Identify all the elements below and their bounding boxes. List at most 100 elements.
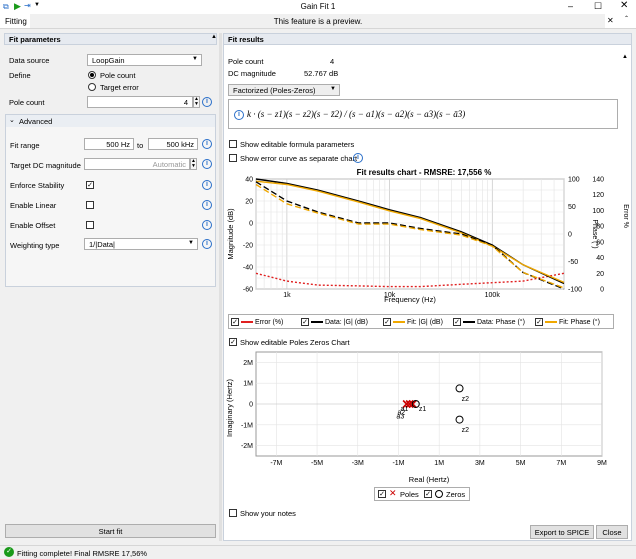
define-label: Define bbox=[9, 71, 31, 80]
status-text: Fitting complete! Final RMSRE 17,56% bbox=[17, 549, 148, 558]
minimize-icon[interactable]: – bbox=[568, 1, 573, 11]
info-icon[interactable]: i bbox=[202, 239, 212, 249]
show-pz-label: Show editable Poles Zeros Chart bbox=[240, 338, 350, 347]
legend-checkbox[interactable]: ✓ bbox=[383, 317, 391, 326]
preview-notice: This feature is a preview. bbox=[273, 17, 363, 26]
show-notes-checkbox[interactable] bbox=[229, 509, 237, 517]
chart-title: Fit results chart - RMSRE: 17,556 % bbox=[357, 168, 492, 177]
pz-y-tick-label: 2M bbox=[243, 360, 253, 367]
pz-x-tick-label: -1M bbox=[392, 460, 404, 467]
chevron-down-icon: ▼ bbox=[188, 240, 194, 246]
scroll-up-icon[interactable]: ▲ bbox=[622, 54, 628, 60]
splitter[interactable] bbox=[219, 33, 222, 541]
y-tick-label: 20 bbox=[245, 199, 253, 206]
info-icon[interactable]: i bbox=[202, 159, 212, 169]
pz-x-tick-label: 9M bbox=[597, 460, 607, 467]
chevron-down-icon: ▼ bbox=[192, 56, 198, 62]
fit-range-from[interactable]: 500 Hz bbox=[84, 138, 134, 150]
pz-x-tick-label: -7M bbox=[270, 460, 282, 467]
pz-x-tick-label: 1M bbox=[434, 460, 444, 467]
enable-linear-checkbox[interactable] bbox=[86, 201, 94, 209]
info-icon[interactable]: i bbox=[202, 200, 212, 210]
formula-form-value: Factorized (Poles-Zeros) bbox=[233, 86, 316, 95]
y-tick-label: -40 bbox=[243, 265, 253, 272]
maximize-icon[interactable]: ☐ bbox=[594, 1, 602, 12]
info-icon[interactable]: i bbox=[234, 110, 244, 120]
info-icon[interactable]: i bbox=[202, 97, 212, 107]
export-spice-button[interactable]: Export to SPICE bbox=[530, 525, 594, 539]
fit-range-label: Fit range bbox=[10, 141, 40, 150]
show-error-label: Show error curve as separate chart bbox=[240, 154, 358, 163]
close-window-icon[interactable]: ✕ bbox=[620, 0, 628, 11]
pole-count-spinner[interactable]: ▲ ▼ bbox=[193, 96, 200, 108]
ribbon: Fitting This feature is a preview. ✕ ⌃ bbox=[0, 14, 636, 29]
zero-circle-icon bbox=[435, 490, 443, 498]
pz-y-tick-label: -1M bbox=[241, 422, 253, 429]
dc-magnitude-label: DC magnitude bbox=[228, 69, 276, 78]
pole-x-icon: ✕ bbox=[389, 488, 397, 498]
weighting-type-select[interactable]: 1/|Data| ▼ bbox=[84, 238, 198, 250]
legend-item[interactable]: ✓ Data: Phase (°) bbox=[453, 317, 525, 326]
notice-close-icon[interactable]: ✕ bbox=[607, 16, 614, 25]
dc-magnitude-value: 52.767 dB bbox=[304, 69, 339, 78]
enable-offset-label: Enable Offset bbox=[10, 221, 56, 230]
error-tick-label: 120 bbox=[592, 192, 604, 199]
info-icon[interactable]: i bbox=[202, 220, 212, 230]
legend-item[interactable]: ✓ Error (%) bbox=[231, 317, 283, 326]
pin-icon[interactable]: ▲ bbox=[211, 34, 217, 40]
success-icon: ✓ bbox=[4, 547, 14, 557]
result-pole-count: 4 bbox=[330, 57, 335, 66]
legend-checkbox[interactable]: ✓ bbox=[535, 317, 543, 326]
advanced-header[interactable]: ⌄ Advanced bbox=[6, 115, 215, 127]
chevron-down-icon: ⌄ bbox=[9, 117, 15, 124]
pz-x-tick-label: -3M bbox=[352, 460, 364, 467]
x-tick-label: 1k bbox=[283, 292, 291, 299]
formula-form-select[interactable]: Factorized (Poles-Zeros) ▼ bbox=[228, 84, 340, 96]
fit-results-header: Fit results bbox=[223, 33, 632, 45]
data-source-select[interactable]: LoopGain ▼ bbox=[87, 54, 202, 66]
target-dc-spinner[interactable]: ▲ ▼ bbox=[190, 158, 197, 170]
phase-tick-label: 100 bbox=[568, 177, 580, 184]
show-pz-checkbox[interactable]: ✓ bbox=[229, 338, 237, 346]
x-axis-label: Frequency (Hz) bbox=[384, 295, 436, 304]
poles-legend-checkbox[interactable]: ✓ bbox=[378, 490, 386, 498]
show-formula-checkbox[interactable] bbox=[229, 140, 237, 148]
result-pole-count-label: Pole count bbox=[228, 57, 264, 66]
collapse-icon[interactable]: ⌃ bbox=[624, 15, 629, 22]
enable-offset-checkbox[interactable] bbox=[86, 221, 94, 229]
legend-item[interactable]: ✓ Data: |G| (dB) bbox=[301, 317, 368, 326]
show-notes-label: Show your notes bbox=[240, 509, 296, 518]
legend-item[interactable]: ✓ Fit: |G| (dB) bbox=[383, 317, 443, 326]
pz-x-tick-label: 7M bbox=[556, 460, 566, 467]
y-tick-label: 0 bbox=[249, 221, 253, 228]
show-error-checkbox[interactable] bbox=[229, 154, 237, 162]
enforce-stability-checkbox[interactable]: ✓ bbox=[86, 181, 94, 189]
poles-zeros-chart: a1a2a3z1z2z2 -7M -5M -3M -1M 1M 3M 5M 7M 9M2M1M0… bbox=[225, 351, 607, 484]
error-tick-label: 0 bbox=[600, 287, 604, 294]
zeros-legend-label: Zeros bbox=[446, 490, 466, 499]
legend-checkbox[interactable]: ✓ bbox=[231, 317, 239, 326]
pole-count-option: Pole count bbox=[100, 71, 136, 80]
pz-y-tick-label: 0 bbox=[249, 402, 253, 409]
info-icon[interactable]: i bbox=[353, 153, 363, 163]
start-fit-button[interactable]: Start fit bbox=[5, 524, 216, 538]
pz-legend: ✓ ✕ Poles ✓ Zeros bbox=[374, 487, 470, 501]
pz-point-label: z2 bbox=[462, 427, 470, 434]
legend-checkbox[interactable]: ✓ bbox=[301, 317, 309, 326]
info-icon[interactable]: i bbox=[202, 139, 212, 149]
formula-text: k · (s − z1)(s − z2)(s − z̄2) / (s − a1)… bbox=[247, 109, 466, 119]
target-dc-input[interactable]: Automatic bbox=[84, 158, 190, 170]
pole-count-input[interactable]: 4 bbox=[87, 96, 193, 108]
close-button[interactable]: Close bbox=[596, 525, 628, 539]
legend-item[interactable]: ✓ Fit: Phase (°) bbox=[535, 317, 600, 326]
info-icon[interactable]: i bbox=[202, 180, 212, 190]
phase-tick-label: 50 bbox=[568, 204, 576, 211]
target-error-radio[interactable] bbox=[88, 83, 96, 91]
legend-label: Data: Phase (°) bbox=[477, 319, 525, 326]
pz-x-tick-label: 3M bbox=[475, 460, 485, 467]
legend-checkbox[interactable]: ✓ bbox=[453, 317, 461, 326]
fit-range-to[interactable]: 500 kHz bbox=[148, 138, 198, 150]
legend-swatch bbox=[311, 320, 323, 323]
zeros-legend-checkbox[interactable]: ✓ bbox=[424, 490, 432, 498]
pole-count-radio[interactable] bbox=[88, 71, 96, 79]
